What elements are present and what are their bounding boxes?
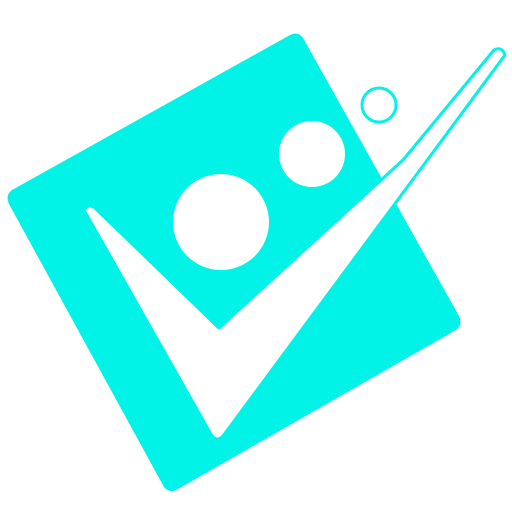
medium-bubble-icon bbox=[279, 121, 345, 187]
small-bubble-outline-icon bbox=[360, 86, 398, 124]
checkmark-logo-icon bbox=[7, 33, 507, 492]
logo-canvas bbox=[0, 0, 512, 512]
large-bubble-icon bbox=[173, 174, 269, 270]
